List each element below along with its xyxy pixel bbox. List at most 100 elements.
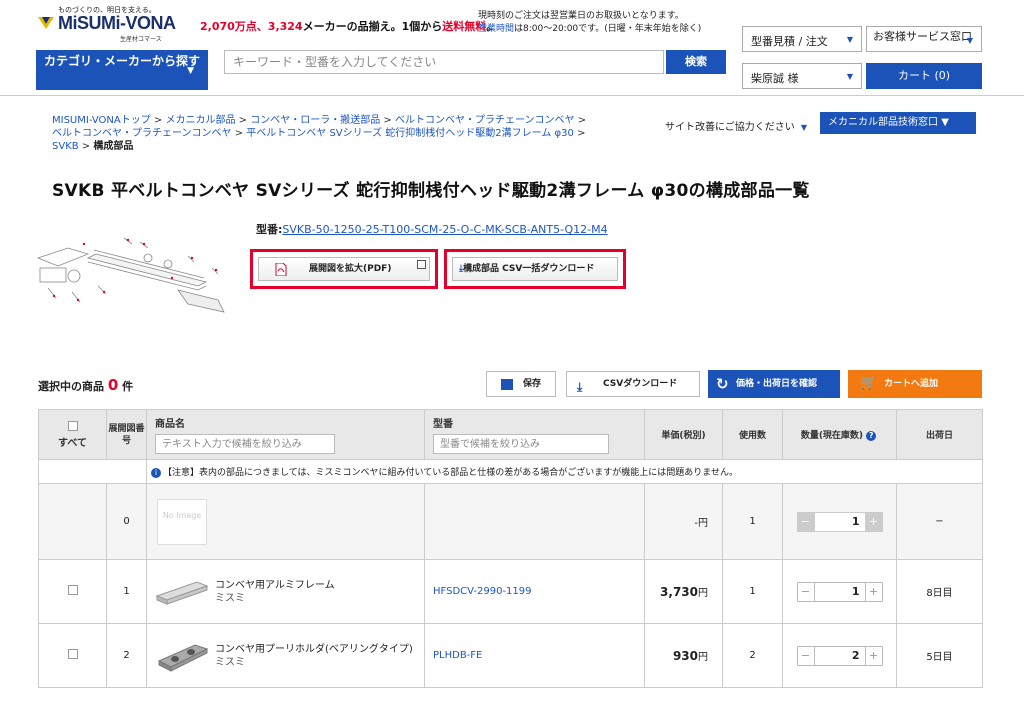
quantity-stepper: − 2 + — [796, 645, 883, 666]
name-filter-input[interactable] — [155, 434, 335, 454]
aluminum-frame-image — [155, 580, 209, 605]
cart-button[interactable]: カート (0) — [866, 63, 982, 89]
logo-mark-icon — [38, 17, 54, 29]
breadcrumb-separator: > — [383, 115, 392, 126]
breadcrumb-current: 構成部品 — [93, 141, 134, 152]
model-filter-input[interactable] — [433, 434, 609, 454]
breadcrumb-separator: > — [577, 128, 586, 139]
search-button[interactable]: 検索 — [666, 50, 726, 74]
csv-download-button[interactable]: ⤓ CSVダウンロード — [566, 371, 700, 397]
quantity-stepper: − 1 + — [796, 581, 883, 602]
pdf-expand-button[interactable]: 展開図を拡大(PDF) — [258, 257, 430, 281]
csv-bulk-download-button[interactable]: ⤓構成部品 CSV一括ダウンロード — [452, 257, 618, 281]
row-checkbox[interactable] — [67, 585, 78, 595]
row-model — [424, 483, 645, 560]
breadcrumb-link[interactable]: コンベヤ・ローラ・搬送部品 — [250, 115, 380, 126]
quote-order-label: 型番見積 / 注文 — [751, 35, 828, 48]
misumi-logo[interactable]: ものづくりの、明日を支える。 MiSUMi-VONA 生産材コマース — [36, 5, 196, 43]
row-product[interactable]: コンベヤ用プーリホルダ(ベアリングタイプ) ミスミ — [146, 623, 425, 688]
row-price: 930円 — [644, 623, 723, 688]
plus-icon: + — [864, 511, 883, 532]
user-menu[interactable]: 柴原誠 様 ▼ — [742, 63, 862, 89]
breadcrumb-separator: > — [153, 115, 163, 126]
table-header-row: すべて 展開図番号 商品名 型番 単価(税別) 使用数 数量(現在庫数) ? 出… — [38, 409, 983, 460]
product-maker: ミスミ — [215, 656, 245, 668]
breadcrumb-separator: > — [234, 128, 244, 139]
product-name: コンベヤ用アルミフレーム — [215, 579, 335, 591]
minus-icon: − — [796, 511, 815, 532]
check-price-button[interactable]: ↻ 価格・出荷日を確認 — [708, 370, 840, 398]
breadcrumb-link[interactable]: SVKB — [52, 141, 79, 152]
model-header: 型番 — [424, 409, 645, 460]
ship-header: 出荷日 — [896, 409, 983, 460]
breadcrumb-link[interactable]: 平ベルトコンベヤ SVシリーズ 蛇行抑制桟付ヘッド駆動2溝フレーム φ30 — [246, 128, 574, 139]
row-ship: − — [896, 483, 983, 560]
save-button[interactable]: 保存 — [486, 371, 556, 397]
select-all-header[interactable]: すべて — [38, 409, 107, 460]
help-icon[interactable]: ? — [866, 431, 877, 441]
row-price: -円 — [644, 483, 723, 560]
row-used: 2 — [722, 623, 783, 688]
row-select-cell — [38, 623, 107, 688]
promo-count: 2,070万点、 — [200, 20, 268, 33]
breadcrumb-link[interactable]: メカニカル部品 — [165, 115, 235, 126]
row-model-link[interactable]: HFSDCV-2990-1199 — [424, 559, 645, 624]
customer-service-menu[interactable]: お客様サービス窓口 ▼ — [866, 26, 982, 52]
quantity-input[interactable]: 2 — [814, 645, 865, 666]
row-ship: 5日目 — [896, 623, 983, 688]
quantity-header-label: 数量(現在庫数) — [800, 431, 864, 441]
price-header: 単価(税別) — [644, 409, 723, 460]
chevron-down-icon: ▼ — [966, 36, 973, 45]
category-menu-button[interactable]: カテゴリ・メーカーから探す ▼ — [36, 50, 208, 90]
hours-link[interactable]: 営業時間 — [478, 24, 514, 34]
product-maker: ミスミ — [215, 592, 245, 604]
breadcrumb-separator: > — [577, 115, 587, 126]
csv-bulk-download-label: 構成部品 CSV一括ダウンロード — [462, 264, 595, 274]
row-quantity: − 1 + — [782, 483, 897, 560]
row-select-cell — [38, 559, 107, 624]
tech-support-label: メカニカル部品技術窓口 — [828, 117, 938, 128]
check-price-label: 価格・出荷日を確認 — [736, 379, 818, 389]
minus-button[interactable]: − — [796, 581, 815, 602]
user-name: 柴原誠 様 — [751, 72, 799, 85]
search-input[interactable] — [225, 51, 663, 73]
customer-service-label: お客様サービス窓口 — [873, 30, 972, 43]
selected-unit: 件 — [122, 380, 134, 393]
breadcrumb-link[interactable]: MISUMI-VONAトップ — [52, 115, 151, 126]
tech-support-button[interactable]: メカニカル部品技術窓口 ▼ — [820, 112, 976, 134]
chevron-down-icon: ▼ — [941, 117, 949, 128]
plus-button[interactable]: + — [864, 645, 883, 666]
minus-button[interactable]: − — [796, 645, 815, 666]
row-figno: 2 — [106, 623, 147, 688]
select-all-label: すべて — [58, 437, 87, 449]
notice-row: i 【注意】表内の部品につきましては、ミスミコンベヤに組み付いている部品と仕様の差… — [38, 459, 983, 484]
csv-download-label: CSVダウンロード — [603, 379, 678, 389]
feedback-link[interactable]: サイト改善にご協力ください ▼ — [665, 118, 807, 133]
selected-number: 0 — [107, 376, 119, 394]
site-header: ものづくりの、明日を支える。 MiSUMi-VONA 生産材コマース 2,070… — [0, 0, 1024, 95]
plus-button[interactable]: + — [864, 581, 883, 602]
quantity-input[interactable]: 1 — [814, 581, 865, 602]
notice-cell: i 【注意】表内の部品につきましては、ミスミコンベヤに組み付いている部品と仕様の差… — [146, 459, 983, 484]
breadcrumb: MISUMI-VONAトップ > メカニカル部品 > コンベヤ・ローラ・搬送部品… — [52, 114, 632, 153]
chevron-down-icon: ▼ — [187, 66, 194, 76]
save-icon — [501, 379, 513, 390]
product-name: コンベヤ用プーリホルダ(ベアリングタイプ) — [215, 643, 413, 655]
promo-banner: 2,070万点、3,324メーカーの品揃え。1個から送料無料。 — [200, 18, 497, 34]
add-to-cart-button[interactable]: 🛒 カートへ追加 — [848, 370, 982, 398]
row-product[interactable]: コンベヤ用アルミフレーム ミスミ — [146, 559, 425, 624]
exploded-diagram-thumbnail[interactable] — [28, 228, 236, 320]
quote-order-menu[interactable]: 型番見積 / 注文 ▼ — [742, 26, 862, 52]
name-header: 商品名 — [146, 409, 425, 460]
breadcrumb-link[interactable]: ベルトコンベヤ・プラチェーンコンベヤ — [52, 128, 232, 139]
row-checkbox[interactable] — [67, 649, 78, 659]
row-model-link[interactable]: PLHDB-FE — [424, 623, 645, 688]
table-row: 2 コンベヤ用プーリホルダ(ベアリングタイプ) ミスミ PLHDB-FE 930… — [38, 623, 983, 688]
model-number-link[interactable]: SVKB-50-1250-25-T100-SCM-25-O-C-MK-SCB-A… — [282, 223, 607, 236]
promo-text: メーカーの品揃え。1個から — [302, 20, 443, 33]
selected-label: 選択中の商品 — [38, 380, 104, 393]
select-all-checkbox[interactable] — [67, 420, 78, 431]
chevron-down-icon: ▼ — [846, 35, 853, 44]
row-used: 1 — [722, 483, 783, 560]
breadcrumb-link[interactable]: ベルトコンベヤ・プラチェーンコンベヤ — [395, 115, 575, 126]
